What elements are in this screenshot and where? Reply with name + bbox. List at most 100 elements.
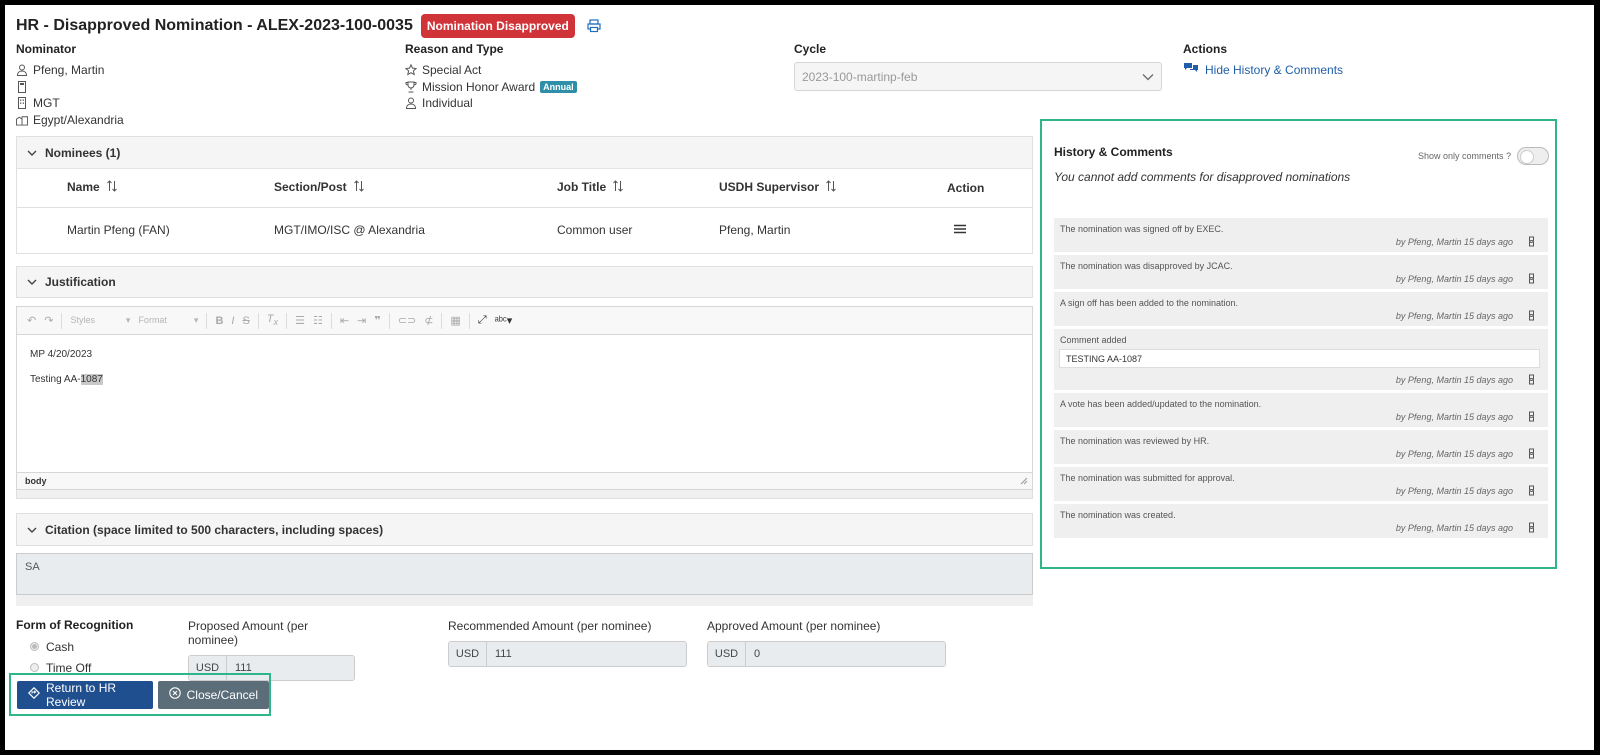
justification-line-1: MP 4/20/2023 bbox=[30, 349, 93, 360]
close-button-label: Close/Cancel bbox=[186, 687, 258, 702]
numbered-list-icon[interactable]: ☰ bbox=[295, 314, 305, 327]
italic-icon[interactable]: I bbox=[231, 315, 234, 327]
sort-icon[interactable] bbox=[612, 180, 624, 195]
history-text: A vote has been added/updated to the nom… bbox=[1060, 399, 1262, 409]
radio-button[interactable] bbox=[30, 663, 39, 672]
history-text: The nomination was reviewed by HR. bbox=[1060, 436, 1210, 446]
recommended-amount-label: Recommended Amount (per nominee) bbox=[448, 619, 652, 633]
chevron-down-icon bbox=[27, 525, 37, 535]
history-text: The nomination was signed off by EXEC. bbox=[1060, 224, 1224, 234]
show-comments-toggle[interactable] bbox=[1517, 147, 1549, 165]
history-comment: TESTING AA-1087 bbox=[1059, 349, 1540, 368]
currency-label: USD bbox=[449, 642, 487, 666]
bulleted-list-icon[interactable]: ☷ bbox=[313, 314, 323, 327]
indent-icon[interactable]: ⇥ bbox=[357, 314, 366, 327]
table-icon[interactable]: ▦ bbox=[450, 314, 460, 327]
history-item: Comment added TESTING AA-1087 by Pfeng, … bbox=[1054, 329, 1548, 393]
cycle-label: Cycle bbox=[794, 42, 827, 56]
history-meta: by Pfeng, Martin 15 days ago bbox=[1395, 274, 1513, 284]
outdent-icon[interactable]: ⇤ bbox=[340, 314, 349, 327]
citation-textarea[interactable]: SA bbox=[16, 553, 1033, 595]
format-select[interactable]: Format ▾ bbox=[138, 315, 198, 326]
row-action-cell bbox=[947, 207, 1032, 252]
nominee-name: Martin Pfeng (FAN) bbox=[67, 222, 170, 237]
print-icon[interactable] bbox=[587, 19, 601, 33]
history-link-icon[interactable] bbox=[1527, 411, 1536, 424]
justification-panel: Justification ↶ ↷ Styles ▾ Format ▾ B I S … bbox=[16, 266, 1033, 501]
styles-select[interactable]: Styles ▾ bbox=[70, 315, 130, 326]
nominator-location: Egypt/Alexandria bbox=[33, 112, 124, 127]
page-title: HR - Disapproved Nomination - ALEX-2023-… bbox=[16, 17, 413, 34]
blockquote-icon[interactable]: ❞ bbox=[374, 314, 380, 327]
close-circle-icon bbox=[168, 687, 181, 702]
approved-amount-field[interactable]: USD 0 bbox=[707, 641, 946, 667]
actions-section: Actions Hide History & Comments bbox=[1183, 42, 1343, 77]
status-badge: Nomination Disapproved bbox=[420, 14, 575, 38]
editor-content[interactable]: MP 4/20/2023 Testing AA-1087 bbox=[17, 335, 1032, 472]
citation-header[interactable]: Citation (space limited to 500 character… bbox=[17, 514, 1032, 545]
resize-handle-icon[interactable] bbox=[1020, 477, 1028, 487]
sort-icon[interactable] bbox=[353, 180, 365, 195]
nominator-unit: MGT bbox=[33, 96, 60, 111]
maximize-icon[interactable]: ⤢ bbox=[478, 314, 487, 327]
nominator-unit-line: MGT bbox=[16, 95, 124, 112]
unlink-icon[interactable]: ⊄ bbox=[424, 314, 433, 327]
sort-icon[interactable] bbox=[825, 180, 837, 195]
history-link-icon[interactable] bbox=[1527, 374, 1536, 387]
history-link-icon[interactable] bbox=[1527, 310, 1536, 323]
nominator-location-line: Egypt/Alexandria bbox=[16, 112, 124, 129]
return-to-hr-review-button[interactable]: Return to HR Review bbox=[17, 680, 153, 709]
proposed-amount: Proposed Amount (per nominee) USD 111 bbox=[188, 619, 355, 681]
col-name[interactable]: Name bbox=[67, 169, 274, 208]
col-job-title[interactable]: Job Title bbox=[557, 169, 719, 208]
history-title: History & Comments bbox=[1054, 145, 1173, 159]
undo-icon[interactable]: ↶ bbox=[27, 314, 36, 327]
nominee-job-title: Common user bbox=[557, 222, 633, 237]
toggle-history-link[interactable]: Hide History & Comments bbox=[1183, 62, 1343, 77]
justification-editor[interactable]: ↶ ↷ Styles ▾ Format ▾ B I S Tx ☰ ☷ ⇤ ⇥ ❞ ⊂… bbox=[16, 306, 1033, 490]
redo-icon[interactable]: ↷ bbox=[44, 314, 53, 327]
citation-panel: Citation (space limited to 500 character… bbox=[16, 513, 1033, 546]
radio-cash[interactable]: Cash bbox=[30, 636, 133, 657]
nominator-contact-line bbox=[16, 79, 124, 96]
clear-format-icon[interactable]: Tx bbox=[267, 313, 278, 327]
spellcheck-icon[interactable]: ᵃᵇᶜ▾ bbox=[495, 314, 513, 327]
link-icon[interactable]: ⊂⊃ bbox=[398, 314, 416, 327]
history-link-icon[interactable] bbox=[1527, 522, 1536, 535]
history-meta: by Pfeng, Martin 15 days ago bbox=[1395, 311, 1513, 321]
trophy-icon bbox=[405, 81, 417, 93]
history-link-icon[interactable] bbox=[1527, 448, 1536, 461]
strike-icon[interactable]: S bbox=[242, 315, 249, 327]
nominator-name: Pfeng, Martin bbox=[33, 63, 105, 78]
recommended-amount-field[interactable]: USD 111 bbox=[448, 641, 687, 667]
history-link-icon[interactable] bbox=[1527, 273, 1536, 286]
history-link-icon[interactable] bbox=[1527, 236, 1536, 249]
history-link-icon[interactable] bbox=[1527, 485, 1536, 498]
history-item: The nomination was created. by Pfeng, Ma… bbox=[1054, 504, 1548, 541]
currency-label: USD bbox=[708, 642, 746, 666]
radio-button[interactable] bbox=[30, 642, 39, 651]
recommended-amount-value: 111 bbox=[487, 642, 686, 666]
menu-icon[interactable] bbox=[954, 224, 966, 234]
history-meta: by Pfeng, Martin 15 days ago bbox=[1395, 412, 1513, 422]
bold-icon[interactable]: B bbox=[215, 315, 223, 327]
history-text: A sign off has been added to the nominat… bbox=[1060, 298, 1238, 308]
element-path: body bbox=[25, 476, 47, 486]
nominees-title: Nominees (1) bbox=[45, 145, 121, 160]
col-action: Action bbox=[947, 169, 1032, 208]
col-section[interactable]: Section/Post bbox=[274, 169, 557, 208]
nominees-header[interactable]: Nominees (1) bbox=[17, 137, 1032, 169]
phone-icon bbox=[16, 80, 28, 93]
col-supervisor[interactable]: USDH Supervisor bbox=[719, 169, 947, 208]
justification-header[interactable]: Justification bbox=[16, 266, 1033, 298]
close-cancel-button[interactable]: Close/Cancel bbox=[157, 680, 269, 709]
radio-cash-label: Cash bbox=[46, 639, 75, 654]
citation-title: Citation (space limited to 500 character… bbox=[45, 522, 384, 537]
cycle-select[interactable]: 2023-100-martinp-feb bbox=[794, 62, 1162, 91]
history-text: The nomination was created. bbox=[1060, 510, 1176, 520]
recognition-section: Form of Recognition Cash Time Off bbox=[16, 618, 133, 678]
sort-icon[interactable] bbox=[106, 180, 118, 195]
history-meta: by Pfeng, Martin 15 days ago bbox=[1395, 486, 1513, 496]
nominator-name-line: Pfeng, Martin bbox=[16, 62, 124, 79]
building-icon bbox=[16, 97, 28, 110]
